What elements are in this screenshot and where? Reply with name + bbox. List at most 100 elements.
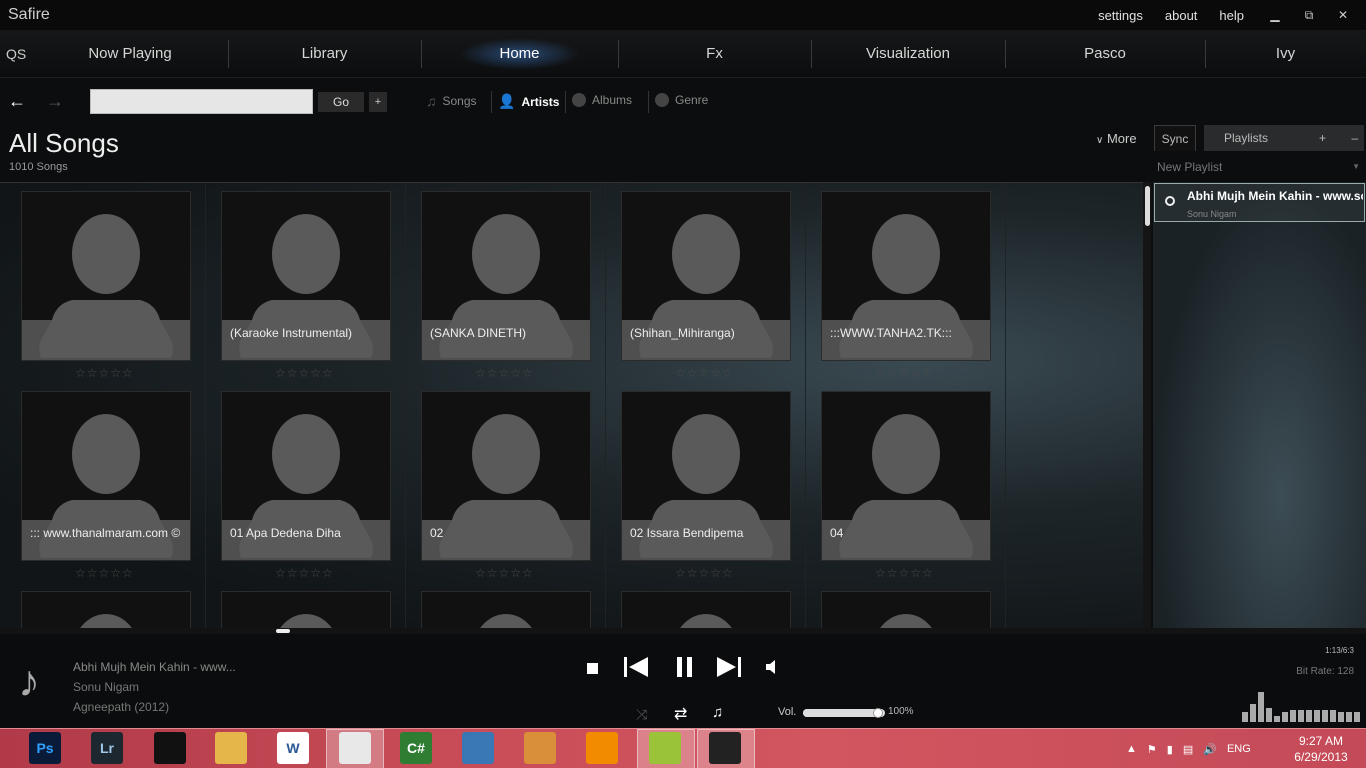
flag-icon[interactable]: ⚑ (1147, 743, 1157, 756)
note-icon[interactable]: ♫ (712, 704, 723, 721)
artist-tile[interactable]: 01 Apa Dedena Diha (221, 391, 391, 561)
music-note-icon: ♪ (18, 657, 40, 706)
next-icon[interactable] (715, 655, 743, 684)
artist-tile[interactable] (21, 591, 191, 628)
restore-button[interactable]: ⧉ (1292, 4, 1326, 26)
pause-icon[interactable] (674, 655, 696, 684)
taskbar-app-audio-icon[interactable] (154, 732, 186, 764)
volume-handle[interactable] (873, 708, 883, 718)
grid-scrollbar[interactable] (1143, 182, 1151, 628)
shuffle-icon[interactable]: ⤨ (636, 706, 647, 723)
artist-tile[interactable]: 02 Issara Bendipema (621, 391, 791, 561)
tab-home[interactable]: Home (421, 30, 618, 78)
volume-icon[interactable] (764, 659, 778, 680)
app-window: Safire settings about help ▁ ⧉ ✕ QS Now … (0, 0, 1366, 768)
rating-stars[interactable]: ☆☆☆☆☆ (275, 366, 334, 380)
equalizer-bar (1242, 712, 1248, 722)
tab-fx[interactable]: Fx (618, 30, 811, 78)
repeat-icon[interactable]: ⇄ (674, 704, 687, 724)
category-albums[interactable]: Albums (572, 93, 632, 107)
equalizer-bar (1330, 710, 1336, 722)
taskbar-app-virtualbox-icon[interactable] (462, 732, 494, 764)
new-playlist-select[interactable]: New Playlist ▼ (1157, 160, 1362, 174)
artist-tile[interactable] (821, 591, 991, 628)
forward-arrow-icon[interactable]: → (46, 91, 64, 112)
category-artists[interactable]: 👤 Artists (498, 93, 559, 110)
tab-now-playing[interactable]: Now Playing (32, 30, 228, 78)
more-label: More (1106, 131, 1137, 146)
speaker-icon[interactable]: 🔊 (1203, 743, 1217, 756)
rating-stars[interactable]: ☆☆☆☆☆ (475, 366, 534, 380)
playlist-item[interactable]: Abhi Mujh Mein Kahin - www.songs.pk Sonu… (1154, 183, 1365, 222)
artist-tile[interactable]: :::WWW.TANHA2.TK::: (821, 191, 991, 361)
tab-ivy[interactable]: Ivy (1205, 30, 1366, 78)
artist-tile[interactable] (421, 591, 591, 628)
grid-column-divider (205, 183, 206, 628)
add-button[interactable]: + (369, 92, 387, 112)
taskbar-app-ps-icon[interactable]: Ps (29, 732, 61, 764)
artist-tile[interactable]: 04 (821, 391, 991, 561)
rating-stars[interactable]: ☆☆☆☆☆ (75, 366, 134, 380)
artist-tile[interactable]: (SANKA DINETH) (421, 191, 591, 361)
chevron-down-icon: ∨ (1096, 135, 1104, 146)
artist-tile[interactable]: (Shihan_Mihiranga) (621, 191, 791, 361)
remove-playlist-button[interactable]: – (1346, 131, 1364, 145)
tab-visualization[interactable]: Visualization (811, 30, 1005, 78)
artist-tile[interactable]: ::: www.thanalmaram.com © (21, 391, 191, 561)
volume-slider[interactable] (803, 708, 885, 718)
sync-tab[interactable]: Sync (1154, 125, 1196, 151)
add-playlist-button[interactable]: + (1313, 131, 1331, 145)
clock[interactable]: 9:27 AM 6/29/2013 (1286, 733, 1356, 765)
grid-scroll-thumb[interactable] (1145, 186, 1150, 226)
minimize-button[interactable]: ▁ (1258, 4, 1292, 26)
rating-stars[interactable]: ☆☆☆☆☆ (675, 566, 734, 580)
artist-name: :::WWW.TANHA2.TK::: (830, 326, 952, 340)
go-button[interactable]: Go (318, 92, 364, 112)
artist-tile[interactable] (221, 591, 391, 628)
search-input[interactable] (90, 89, 313, 114)
taskbar-app-safire-icon[interactable] (709, 732, 741, 764)
artist-tile[interactable]: (Karaoke Instrumental) (221, 191, 391, 361)
taskbar-app-chrome-icon[interactable] (339, 732, 371, 764)
artist-tile[interactable] (21, 191, 191, 361)
taskbar-app-etisalat-icon[interactable] (649, 732, 681, 764)
clock-date: 6/29/2013 (1294, 750, 1348, 764)
taskbar: Ps Lr W C# ▲ ⚑ ▮ ▤ 🔊 ENG 9:27 AM 6/29/2013 (0, 728, 1366, 768)
network-icon[interactable]: ▤ (1183, 743, 1193, 756)
category-songs[interactable]: ♫ Songs (426, 93, 477, 109)
equalizer-bar (1250, 704, 1256, 722)
about-link[interactable]: about (1165, 8, 1198, 23)
tray-expand-icon[interactable]: ▲ (1126, 743, 1137, 755)
artist-tile[interactable] (621, 591, 791, 628)
more-button[interactable]: ∨ More (1096, 131, 1137, 146)
taskbar-app-paint-icon[interactable] (524, 732, 556, 764)
equalizer-bar (1274, 716, 1280, 722)
rating-stars[interactable]: ☆☆☆☆☆ (75, 566, 134, 580)
previous-icon[interactable] (622, 655, 650, 684)
seek-handle[interactable] (276, 629, 290, 633)
rating-stars[interactable]: ☆☆☆☆☆ (875, 366, 934, 380)
back-arrow-icon[interactable]: ← (8, 91, 26, 112)
category-genre[interactable]: Genre (655, 93, 708, 107)
close-button[interactable]: ✕ (1326, 4, 1360, 26)
taskbar-app-explorer-icon[interactable] (215, 732, 247, 764)
artist-tile[interactable]: 02 (421, 391, 591, 561)
stop-icon[interactable] (587, 663, 598, 674)
music-note-icon: ♫ (426, 93, 437, 109)
rating-stars[interactable]: ☆☆☆☆☆ (675, 366, 734, 380)
qs-button[interactable]: QS (6, 46, 26, 62)
taskbar-app-vlc-icon[interactable] (586, 732, 618, 764)
rating-stars[interactable]: ☆☆☆☆☆ (275, 566, 334, 580)
playlists-tab[interactable]: Playlists + – (1204, 125, 1364, 151)
rating-stars[interactable]: ☆☆☆☆☆ (875, 566, 934, 580)
battery-icon[interactable]: ▮ (1167, 743, 1173, 756)
taskbar-app-c-icon[interactable]: C# (400, 732, 432, 764)
settings-link[interactable]: settings (1098, 8, 1143, 23)
taskbar-app-lr-icon[interactable]: Lr (91, 732, 123, 764)
tab-library[interactable]: Library (228, 30, 421, 78)
help-link[interactable]: help (1219, 8, 1244, 23)
rating-stars[interactable]: ☆☆☆☆☆ (475, 566, 534, 580)
language-indicator[interactable]: ENG (1227, 743, 1251, 755)
tab-pasco[interactable]: Pasco (1005, 30, 1205, 78)
taskbar-app-w-icon[interactable]: W (277, 732, 309, 764)
